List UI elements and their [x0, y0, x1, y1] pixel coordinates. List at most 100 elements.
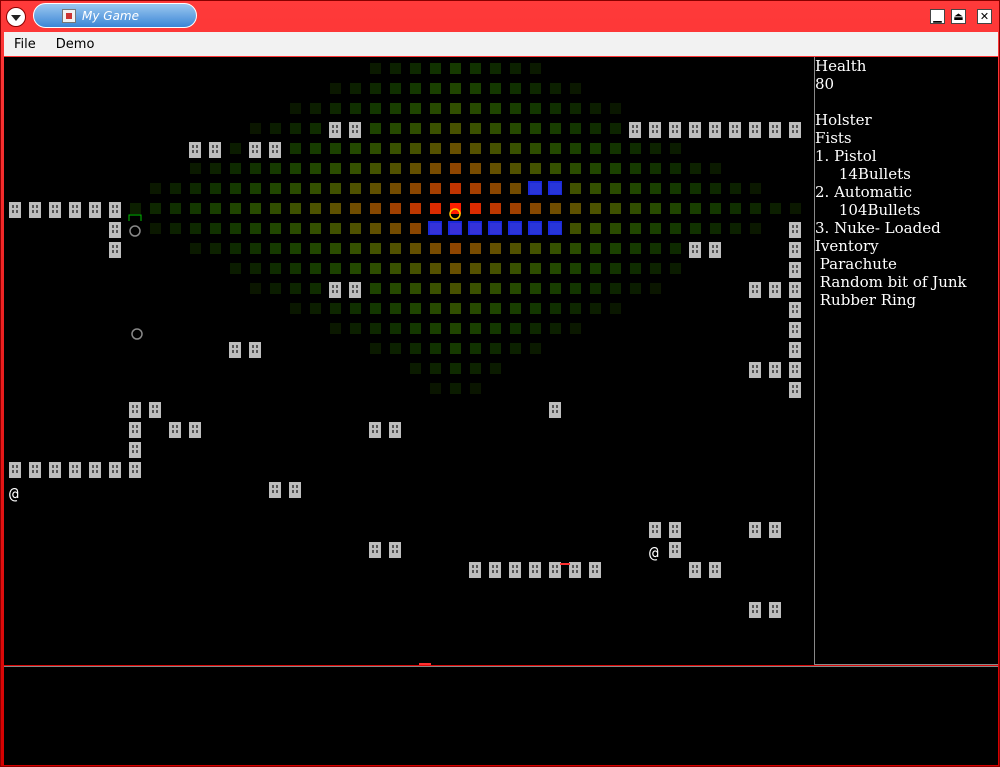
blast-tile — [430, 163, 441, 174]
blast-tile — [310, 203, 321, 214]
menu-file[interactable]: File — [4, 37, 46, 52]
blast-tile — [470, 263, 481, 274]
wall-block — [389, 422, 401, 438]
enemy-icon — [131, 328, 143, 340]
blast-tile — [250, 123, 261, 134]
blast-tile — [210, 163, 221, 174]
blast-tile — [410, 103, 421, 114]
blast-tile — [610, 303, 621, 314]
automatic-ammo: 104Bullets — [815, 201, 921, 219]
blast-tile — [390, 343, 401, 354]
blast-tile — [670, 243, 681, 254]
blast-tile — [710, 223, 721, 234]
blast-tile — [510, 163, 521, 174]
blast-tile — [350, 263, 361, 274]
blast-tile — [410, 123, 421, 134]
blast-tile — [430, 263, 441, 274]
wall-block — [29, 202, 41, 218]
minimize-button[interactable]: ▁ — [930, 9, 945, 24]
blast-tile — [530, 203, 541, 214]
blast-tile — [350, 203, 361, 214]
blast-tile — [290, 203, 301, 214]
window-title-tab[interactable]: My Game — [33, 3, 197, 28]
java-app-icon — [62, 8, 76, 23]
blast-tile — [430, 243, 441, 254]
blast-tile — [510, 323, 521, 334]
blast-tile — [590, 223, 601, 234]
blast-tile — [170, 203, 181, 214]
wall-block — [269, 482, 281, 498]
blast-tile — [650, 283, 661, 294]
blast-tile — [570, 183, 581, 194]
blast-tile — [430, 343, 441, 354]
maximize-button[interactable]: ⏏ — [951, 9, 966, 24]
blast-tile — [610, 103, 621, 114]
blast-tile — [470, 183, 481, 194]
wall-block — [669, 522, 681, 538]
blast-tile — [510, 123, 521, 134]
blast-tile — [190, 243, 201, 254]
wall-block — [349, 122, 361, 138]
blast-tile — [410, 83, 421, 94]
blast-tile — [630, 203, 641, 214]
blast-tile — [470, 323, 481, 334]
blast-tile — [550, 303, 561, 314]
blast-tile — [270, 283, 281, 294]
close-button[interactable]: ✕ — [977, 9, 992, 24]
blast-tile — [490, 203, 501, 214]
blast-tile — [310, 123, 321, 134]
wall-block — [109, 242, 121, 258]
holster-label: Holster — [815, 111, 872, 129]
wall-block — [129, 442, 141, 458]
blast-tile — [570, 83, 581, 94]
blast-tile — [450, 243, 461, 254]
player-glyph: @ — [9, 484, 19, 503]
blast-tile — [550, 103, 561, 114]
wall-block — [689, 122, 701, 138]
blast-tile — [390, 223, 401, 234]
blast-tile — [570, 243, 581, 254]
blast-tile — [470, 383, 481, 394]
wall-block — [209, 142, 221, 158]
game-viewport[interactable]: @ @ — [4, 57, 814, 665]
game-map[interactable]: @@ — [4, 57, 814, 665]
pistol-ammo: 14Bullets — [815, 165, 911, 183]
blast-tile — [250, 223, 261, 234]
wall-block — [329, 282, 341, 298]
wall-block — [629, 122, 641, 138]
wall-block — [289, 482, 301, 498]
blast-tile — [270, 163, 281, 174]
blast-tile — [630, 243, 641, 254]
blast-tile — [630, 283, 641, 294]
blast-tile — [270, 243, 281, 254]
blast-tile — [610, 183, 621, 194]
blast-tile — [410, 283, 421, 294]
blast-tile — [530, 343, 541, 354]
blast-tile — [450, 83, 461, 94]
blast-tile — [490, 303, 501, 314]
blast-tile — [330, 223, 341, 234]
blast-tile — [490, 263, 501, 274]
menu-demo[interactable]: Demo — [46, 37, 105, 52]
blast-tile — [330, 143, 341, 154]
wall-block — [369, 542, 381, 558]
blast-tile — [610, 163, 621, 174]
blast-tile — [550, 283, 561, 294]
title-bar[interactable]: My Game ▁ ⏏ ✕ — [1, 1, 1000, 31]
blast-tile — [310, 263, 321, 274]
blast-tile — [390, 283, 401, 294]
blast-tile — [330, 323, 341, 334]
blast-tile — [410, 363, 421, 374]
blast-tile — [450, 103, 461, 114]
blast-tile — [350, 103, 361, 114]
blast-tile — [510, 83, 521, 94]
wall-block — [689, 242, 701, 258]
blast-tile — [490, 123, 501, 134]
blast-tile — [370, 63, 381, 74]
blast-tile — [630, 263, 641, 274]
blast-tile — [510, 263, 521, 274]
blast-tile — [490, 103, 501, 114]
projectile-mark — [560, 563, 570, 565]
window-menu-button[interactable] — [6, 7, 26, 27]
blast-tile — [270, 183, 281, 194]
